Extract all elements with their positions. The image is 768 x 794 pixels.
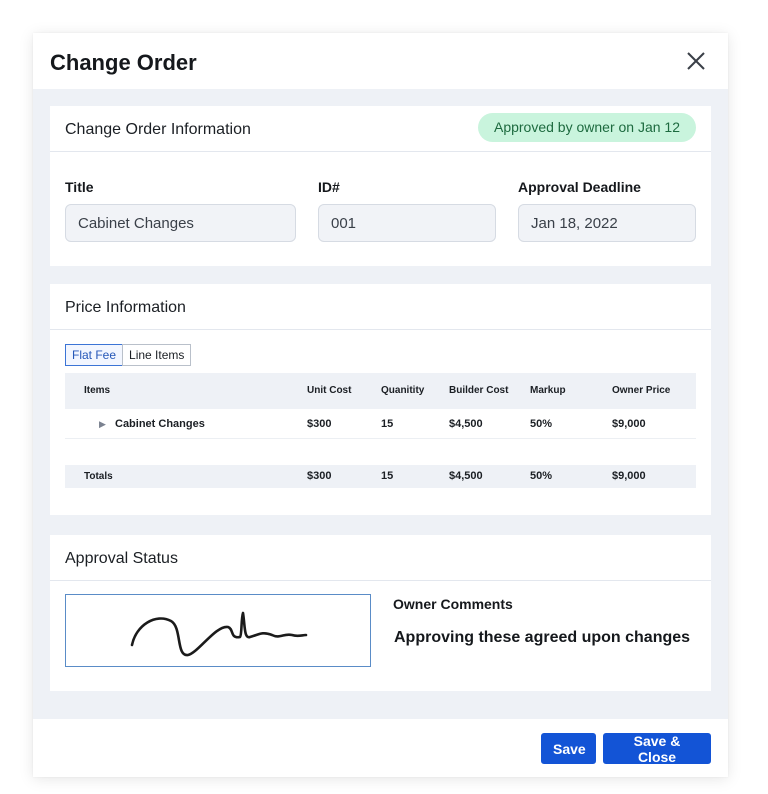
signature-image — [130, 611, 308, 657]
column-header: Builder Cost — [449, 385, 509, 396]
change-order-info-card: Change Order Information Approved by own… — [50, 106, 711, 266]
id-input[interactable] — [318, 204, 496, 242]
dialog-footer: Save Save & Close — [33, 719, 728, 777]
close-icon — [687, 52, 705, 70]
price-table: Items Unit Cost Quanitity Builder Cost M… — [65, 373, 696, 488]
totals-label: Totals — [84, 471, 113, 482]
expand-caret-icon[interactable]: ▶ — [99, 409, 106, 439]
status-badge: Approved by owner on Jan 12 — [477, 113, 696, 142]
save-and-close-button[interactable]: Save & Close — [603, 733, 711, 765]
tab-line-items[interactable]: Line Items — [122, 344, 192, 366]
approval-status-card: Approval Status Owner Comments Approving… — [50, 535, 711, 691]
column-header: Owner Price — [612, 385, 671, 396]
card-title: Approval Status — [65, 550, 178, 567]
column-header: Quanitity — [381, 385, 425, 396]
column-header: Markup — [530, 385, 566, 396]
approval-deadline-input[interactable] — [518, 204, 696, 242]
signature-pad[interactable] — [65, 594, 371, 667]
builder-cost: $4,500 — [449, 418, 483, 430]
item-name: Cabinet Changes — [115, 418, 205, 430]
total-unit-cost: $300 — [307, 470, 332, 482]
column-header: Items — [84, 385, 111, 396]
close-button[interactable] — [685, 50, 707, 72]
markup: 50% — [530, 418, 553, 430]
quantity: 15 — [381, 418, 394, 430]
table-header: Items Unit Cost Quanitity Builder Cost M… — [65, 373, 696, 409]
table-row-empty — [65, 439, 696, 465]
owner-comments-label: Owner Comments — [393, 596, 513, 612]
total-builder-cost: $4,500 — [449, 470, 483, 482]
owner-comments-text: Approving these agreed upon changes — [394, 629, 691, 646]
save-button[interactable]: Save — [541, 733, 596, 764]
owner-price: $9,000 — [612, 418, 646, 430]
change-order-dialog: Change Order Change Order Information Ap… — [33, 33, 728, 777]
approval-deadline-label: Approval Deadline — [518, 179, 641, 195]
column-header: Unit Cost — [307, 385, 352, 396]
total-quantity: 15 — [381, 470, 394, 482]
title-input[interactable] — [65, 204, 296, 242]
card-header: Change Order Information Approved by own… — [50, 106, 711, 152]
price-info-card: Price Information Flat Fee Line Items It… — [50, 284, 711, 515]
total-markup: 50% — [530, 470, 553, 482]
total-owner-price: $9,000 — [612, 470, 646, 482]
dialog-header: Change Order — [33, 33, 728, 89]
unit-cost: $300 — [307, 418, 332, 430]
card-title: Price Information — [65, 299, 186, 316]
card-header: Price Information — [50, 284, 711, 330]
tab-flat-fee[interactable]: Flat Fee — [65, 344, 124, 366]
totals-row: Totals $300 15 $4,500 50% $9,000 — [65, 465, 696, 488]
table-row[interactable]: ▶ Cabinet Changes $300 15 $4,500 50% $9,… — [65, 409, 696, 439]
dialog-title: Change Order — [50, 50, 197, 75]
pricing-mode-tabs: Flat Fee Line Items — [65, 344, 192, 366]
card-header: Approval Status — [50, 535, 711, 581]
id-label: ID# — [318, 179, 340, 195]
title-label: Title — [65, 179, 94, 195]
card-title: Change Order Information — [65, 121, 251, 138]
